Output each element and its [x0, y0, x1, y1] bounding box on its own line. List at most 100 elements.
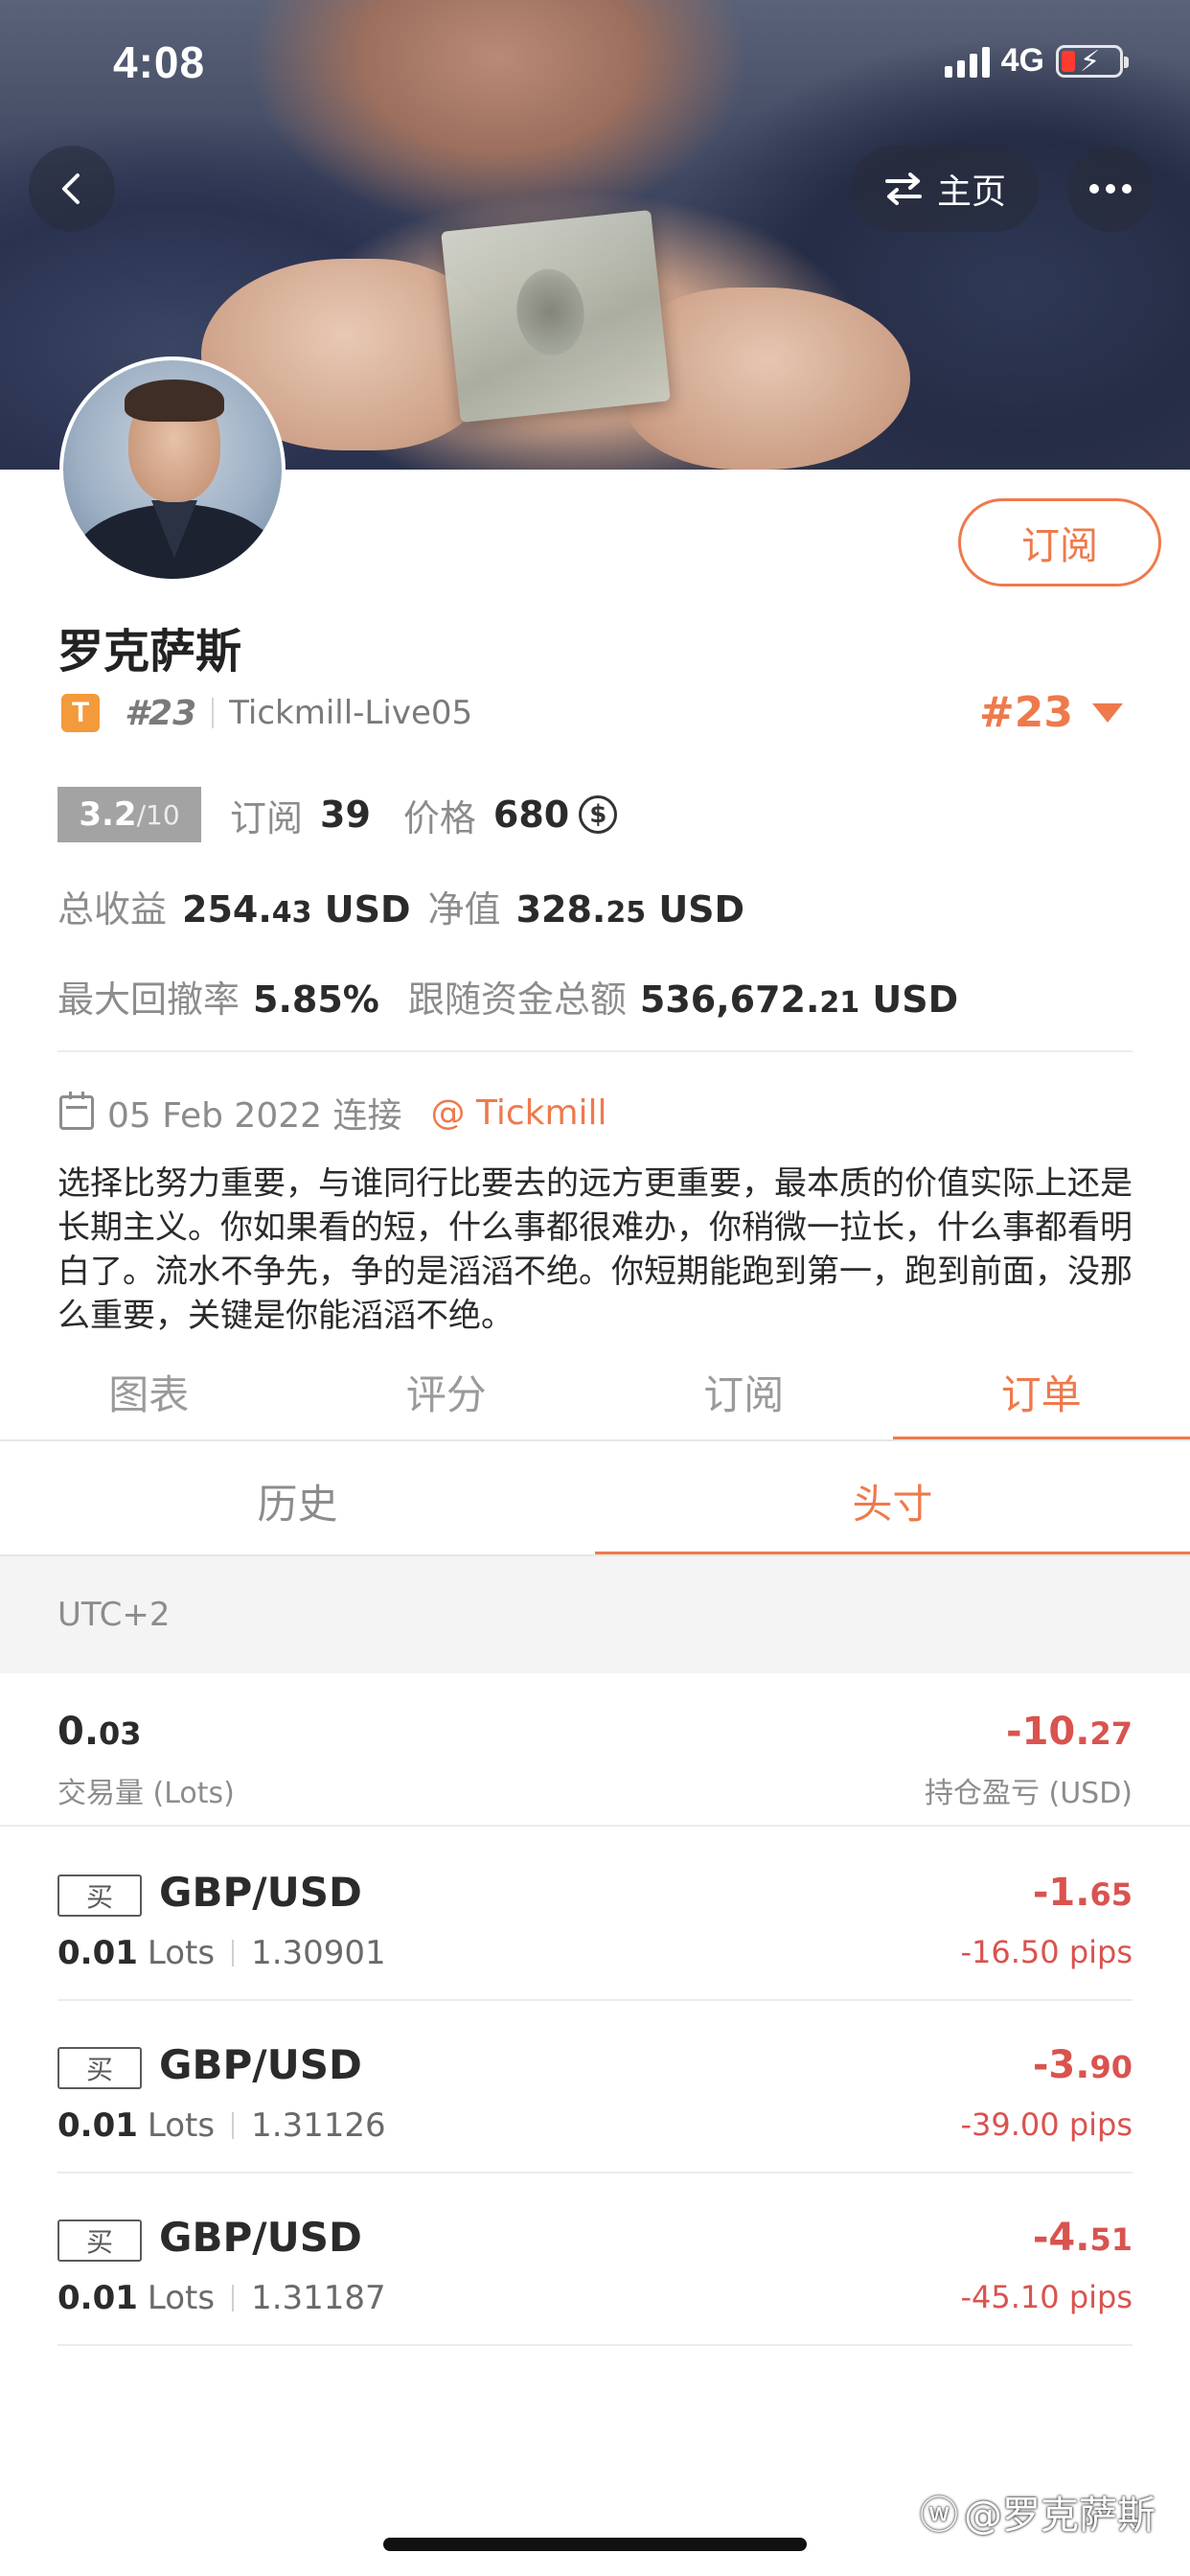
position-row[interactable]: 买 GBP/USD 0.01 Lots 1.30901 -1.65 -16.50… — [57, 1828, 1133, 2001]
switch-icon — [884, 172, 922, 205]
symbol: GBP/USD — [159, 1869, 362, 1916]
position-pnl: -4.51 — [1032, 2216, 1133, 2260]
follow-funds-value: 536,672.21 USD — [639, 978, 959, 1021]
subscribers-label: 订阅 — [230, 796, 304, 840]
separator — [232, 1940, 235, 1966]
subtab-history[interactable]: 历史 — [0, 1445, 595, 1556]
total-profit-label: 总收益 — [57, 888, 168, 931]
avatar[interactable] — [59, 356, 286, 583]
main-tabs: 图表 评分 订阅 订单 — [0, 1342, 1190, 1441]
total-profit-value: 254.43 USD — [182, 888, 411, 931]
open-price: 1.30901 — [251, 1934, 386, 1972]
separator — [212, 698, 215, 728]
lots: 0.01 — [57, 2279, 138, 2317]
chevron-left-icon — [62, 173, 80, 204]
stats-row-2: 总收益 254.43 USD 净值 328.25 USD — [57, 880, 744, 932]
price-label: 价格 — [402, 796, 476, 840]
total-lots: 0.03 — [57, 1710, 142, 1754]
broker-logo-icon: T — [61, 694, 100, 732]
subscribers-value: 39 — [320, 794, 371, 836]
price-value: 680 — [492, 794, 570, 836]
server-name: Tickmill-Live05 — [229, 694, 473, 732]
position-details: 0.01 Lots 1.31126 — [57, 2106, 386, 2145]
status-time: 4:08 — [113, 37, 206, 87]
position-pnl: -3.90 — [1032, 2043, 1133, 2087]
symbol: GBP/USD — [159, 2041, 362, 2088]
stats-row-1: 3.2/10 订阅 39 价格 680 $ — [57, 786, 618, 843]
home-indicator[interactable] — [383, 2538, 807, 2551]
timezone-bar: UTC+2 — [0, 1556, 1190, 1673]
side-badge: 买 — [57, 1874, 142, 1917]
position-row[interactable]: 买 GBP/USD 0.01 Lots 1.31187 -4.51 -45.10… — [57, 2174, 1133, 2346]
rank-dropdown[interactable]: #23 — [979, 688, 1123, 737]
position-details: 0.01 Lots 1.30901 — [57, 1934, 386, 1972]
tab-rating[interactable]: 评分 — [298, 1342, 596, 1441]
watermark: ⓦ @罗克萨斯 — [920, 2484, 1156, 2540]
total-pnl-label: 持仓盈亏 (USD) — [924, 1777, 1133, 1810]
position-pnl: -1.65 — [1032, 1871, 1133, 1915]
home-label: 主页 — [936, 172, 1006, 212]
lots-unit: Lots — [147, 1934, 216, 1972]
position-details: 0.01 Lots 1.31187 — [57, 2279, 386, 2317]
follow-funds-label: 跟随资金总额 — [407, 978, 627, 1021]
more-dots-icon — [1089, 184, 1132, 194]
lots: 0.01 — [57, 1934, 138, 1972]
side-badge: 买 — [57, 2220, 142, 2262]
meta-row: 05 Feb 2022 连接 @ Tickmill — [59, 1089, 607, 1137]
score-badge: 3.2/10 — [57, 787, 201, 842]
watermark-text: @罗克萨斯 — [964, 2494, 1156, 2538]
equity-label: 净值 — [427, 888, 501, 931]
position-pips: -45.10 pips — [960, 2279, 1133, 2315]
rank-small: #23 — [125, 693, 197, 733]
separator — [232, 2285, 235, 2312]
calendar-icon — [59, 1092, 94, 1130]
tab-chart[interactable]: 图表 — [0, 1342, 298, 1441]
position-pips: -39.00 pips — [960, 2106, 1133, 2143]
score-value: 3.2 — [79, 795, 137, 834]
timezone-label: UTC+2 — [57, 1596, 171, 1634]
bio-text: 选择比努力重要，与谁同行比要去的远方更重要，最本质的价值实际上还是长期主义。你如… — [57, 1164, 1133, 1335]
home-button[interactable]: 主页 — [851, 146, 1039, 232]
positions-list: 买 GBP/USD 0.01 Lots 1.30901 -1.65 -16.50… — [0, 1828, 1190, 2346]
position-pips: -16.50 pips — [960, 1934, 1133, 1970]
side-badge: 买 — [57, 2047, 142, 2089]
caret-down-icon — [1092, 702, 1123, 723]
stats-row-3: 最大回撤率 5.85% 跟随资金总额 536,672.21 USD — [57, 970, 958, 1023]
status-icons: 4G ⚡ — [944, 42, 1129, 80]
total-pnl: -10.27 — [1006, 1710, 1133, 1754]
max-drawdown-label: 最大回撤率 — [57, 978, 240, 1021]
symbol: GBP/USD — [159, 2214, 362, 2261]
broker-row: T #23 Tickmill-Live05 — [61, 692, 472, 734]
subscribe-button[interactable]: 订阅 — [958, 498, 1161, 586]
total-lots-label: 交易量 (Lots) — [57, 1777, 235, 1810]
more-button[interactable] — [1067, 146, 1154, 232]
connect-date: 05 Feb 2022 连接 — [107, 1096, 402, 1136]
sub-tabs: 历史 头寸 — [0, 1445, 1190, 1556]
broker-link[interactable]: @ Tickmill — [431, 1093, 607, 1133]
battery-icon: ⚡ — [1056, 44, 1129, 78]
tab-subscription[interactable]: 订阅 — [595, 1342, 893, 1441]
open-price: 1.31126 — [251, 2106, 386, 2145]
signal-icon — [944, 45, 990, 78]
trader-name: 罗克萨斯 — [57, 625, 242, 678]
tabs-divider — [0, 1439, 1190, 1441]
tab-orders[interactable]: 订单 — [892, 1342, 1190, 1441]
subtab-positions[interactable]: 头寸 — [595, 1445, 1190, 1556]
lots-unit: Lots — [147, 2279, 216, 2317]
position-row[interactable]: 买 GBP/USD 0.01 Lots 1.31126 -3.90 -39.00… — [57, 2001, 1133, 2174]
equity-value: 328.25 USD — [515, 888, 745, 931]
score-max: /10 — [136, 798, 180, 831]
lots: 0.01 — [57, 2106, 138, 2145]
positions-summary: 0.03 交易量 (Lots) -10.27 持仓盈亏 (USD) — [0, 1673, 1190, 1827]
cover-banknote — [441, 210, 671, 423]
rank-value: #23 — [978, 688, 1073, 737]
divider — [57, 1050, 1133, 1052]
weibo-logo-icon: ⓦ — [920, 2494, 958, 2538]
open-price: 1.31187 — [251, 2279, 386, 2317]
max-drawdown-value: 5.85% — [253, 978, 379, 1021]
lots-unit: Lots — [147, 2106, 216, 2145]
back-button[interactable] — [29, 146, 115, 232]
separator — [232, 2112, 235, 2139]
network-type: 4G — [1000, 42, 1044, 79]
coin-icon: $ — [579, 795, 618, 834]
